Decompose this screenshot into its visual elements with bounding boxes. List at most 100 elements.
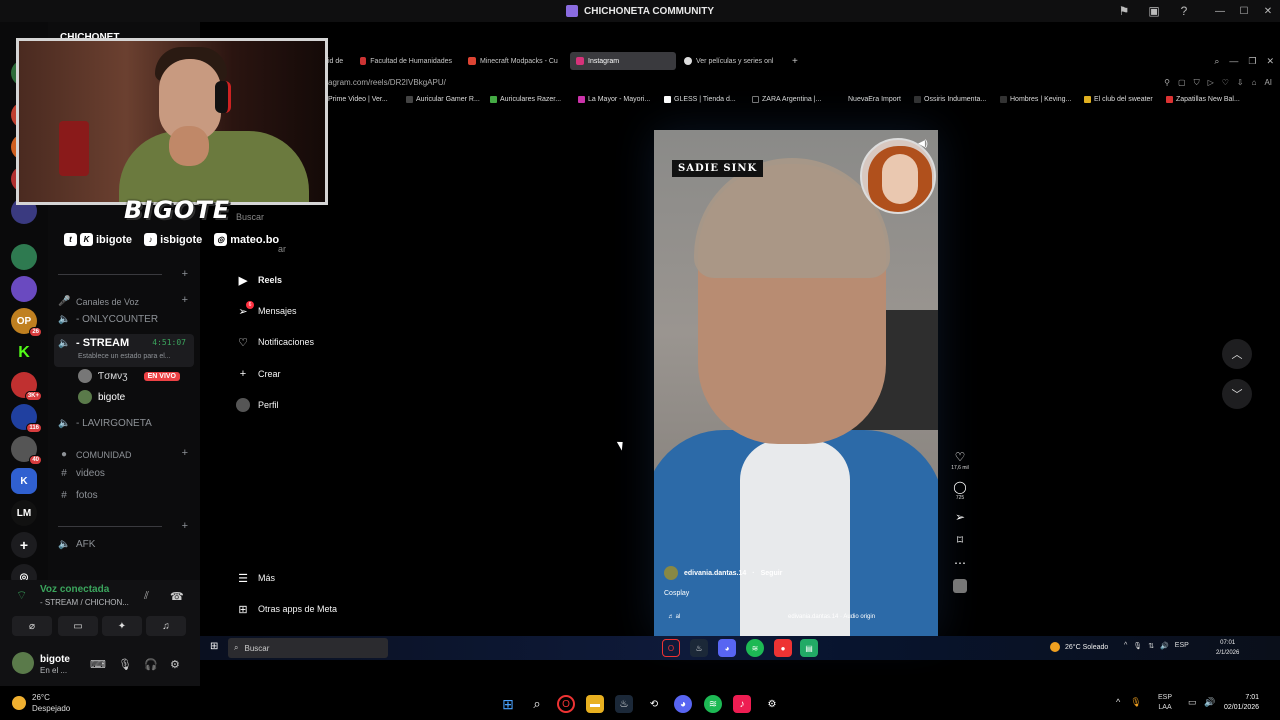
activities-button[interactable]: ✦ <box>102 616 142 636</box>
close-icon[interactable]: ✕ <box>1256 0 1280 22</box>
volume-icon[interactable]: 🔊 <box>1204 697 1215 708</box>
lock-icon[interactable]: ⌂ <box>1252 78 1257 88</box>
reel-video[interactable]: SADIE SINK ◀) edivania.dantas.14 · Segui… <box>654 130 938 636</box>
community-category[interactable]: ● COMUNIDAD <box>58 449 132 460</box>
server-icon-lm[interactable]: LM <box>11 500 37 526</box>
search-icon[interactable]: ⌕ <box>528 695 546 713</box>
soundboard-button[interactable]: ♫ <box>146 616 186 636</box>
clock[interactable]: 7:01 02/01/2026 <box>1224 693 1259 713</box>
mic-icon[interactable]: 🎙 <box>118 658 132 671</box>
browser-tab[interactable]: Facultad de Humanidades <box>354 52 458 70</box>
new-tab-button[interactable]: + <box>786 52 802 70</box>
comment-button[interactable]: ◯ 725 <box>953 480 966 501</box>
windows-icon[interactable]: ⊞ <box>210 641 218 652</box>
search-icon[interactable]: ⌕ <box>1214 56 1219 67</box>
like-button[interactable]: ♡ 17,6 mil <box>951 450 969 471</box>
opera-icon[interactable]: O <box>557 695 575 713</box>
help-icon[interactable]: ? <box>1176 3 1192 19</box>
ig-nav-reels[interactable]: ▶ Reels <box>236 273 282 287</box>
ig-nav-meta[interactable]: ⊞ Otras apps de Meta <box>236 602 337 616</box>
bookmark[interactable]: Prime Video | Ver... <box>328 96 388 103</box>
play-icon[interactable]: ▷ <box>1208 78 1214 88</box>
minimize-icon[interactable]: — <box>1208 0 1232 22</box>
extension-icon[interactable]: ⚲ <box>1164 78 1170 88</box>
add-channel-icon[interactable]: + <box>182 447 188 459</box>
bookmark[interactable]: NuevaEra Import <box>848 96 901 103</box>
screenshot-icon[interactable]: ▢ <box>1178 78 1186 88</box>
next-reel-button[interactable]: ﹀ <box>1222 379 1252 409</box>
add-icon[interactable]: + <box>182 268 188 280</box>
disconnect-icon[interactable]: ☎ <box>170 590 184 603</box>
reel-audio[interactable]: edivania.dantas.14 · Audio origin <box>788 614 875 620</box>
browser-tab[interactable]: Minecraft Modpacks - Cu <box>462 52 568 70</box>
lang-indicator[interactable]: ESP <box>1175 642 1189 650</box>
bookmark[interactable]: Hombres | Keving... <box>1000 96 1071 103</box>
app-icon[interactable]: ● <box>774 639 792 657</box>
voice-channel-onlycounter[interactable]: 🔈 - ONLYCOUNTER <box>58 314 158 325</box>
voice-channel-afk[interactable]: 🔈 AFK <box>58 539 95 550</box>
mute-icon[interactable]: ◀) <box>918 138 928 149</box>
restore-icon[interactable]: ❐ <box>1248 56 1256 67</box>
member-item[interactable]: Ƭσмνʒ EN VIVO <box>78 369 181 383</box>
add-channel-icon[interactable]: + <box>182 294 188 306</box>
reel-author[interactable]: edivania.dantas.14 · Seguir <box>664 566 782 580</box>
tiktok-icon[interactable]: ♪ <box>733 695 751 713</box>
language-indicator[interactable]: ESP LAA <box>1158 693 1172 713</box>
app-icon[interactable]: ⟲ <box>645 695 663 713</box>
server-icon[interactable] <box>11 244 37 270</box>
bookmark[interactable]: ZARA Argentina |... <box>752 96 821 103</box>
ig-nav-profile[interactable]: Perfil <box>236 398 279 412</box>
text-channel-fotos[interactable]: # fotos <box>58 490 97 501</box>
add-server-icon[interactable]: + <box>11 532 37 558</box>
bookmark[interactable]: La Mayor - Mayori... <box>578 96 650 103</box>
spotify-icon[interactable]: ≋ <box>746 639 764 657</box>
server-icon[interactable]: 3K+ <box>11 372 42 401</box>
server-icon[interactable]: 116 <box>11 404 42 433</box>
minimize-icon[interactable]: — <box>1229 56 1238 67</box>
audio-thumbnail[interactable] <box>953 579 967 593</box>
server-icon[interactable]: K <box>11 468 37 494</box>
server-icon-op[interactable]: OP 26 <box>11 308 42 337</box>
add-icon[interactable]: + <box>182 520 188 532</box>
text-channel-videos[interactable]: # videos <box>58 468 105 479</box>
avatar[interactable] <box>12 652 34 674</box>
steam-icon[interactable]: ♨ <box>615 695 633 713</box>
close-icon[interactable]: ✕ <box>1266 56 1274 67</box>
address-bar[interactable]: agram.com/reels/DR2IVBkgAPU/ <box>328 78 446 87</box>
bookmark[interactable]: El club del sweater <box>1084 96 1153 103</box>
inbox-icon[interactable]: ▣ <box>1146 3 1162 19</box>
voice-channel-stream[interactable]: 🔈 - STREAM 4:51:07 Establece un estado p… <box>54 334 194 367</box>
start-icon[interactable]: ⊞ <box>499 695 517 713</box>
ig-nav-create[interactable]: + Crear <box>236 367 281 381</box>
ai-icon[interactable]: AI <box>1264 78 1272 88</box>
server-icon[interactable] <box>11 276 37 302</box>
chevron-up-icon[interactable]: ^ <box>1124 642 1127 650</box>
bookmark[interactable]: Auricular Gamer R... <box>406 96 480 103</box>
ig-nav-more[interactable]: ☰ Más <box>236 571 275 585</box>
bookmark[interactable]: Ossiris Indumenta... <box>914 96 986 103</box>
camera-off-button[interactable]: ⌀ <box>12 616 52 636</box>
more-options-button[interactable]: ⋯ <box>954 556 966 570</box>
bookmark[interactable]: GLESS | Tienda d... <box>664 96 736 103</box>
folder-icon[interactable]: ▬ <box>586 695 604 713</box>
volume-icon[interactable]: 🔊 <box>1160 642 1169 650</box>
voice-status[interactable]: Voz conectada <box>40 584 109 595</box>
ig-nav-explore[interactable]: ar <box>278 244 286 254</box>
browser-tab-active[interactable]: Instagram <box>570 52 676 70</box>
spotify-icon[interactable]: ≋ <box>704 695 722 713</box>
voice-channel-path[interactable]: - STREAM / CHICHON... <box>40 598 129 607</box>
chevron-up-icon[interactable]: ^ <box>1116 697 1120 708</box>
noise-suppression-icon[interactable]: ⫽ <box>144 590 149 603</box>
browser-tab[interactable]: Ver películas y series onl <box>678 52 784 70</box>
obs-icon[interactable]: ⚙ <box>763 695 781 713</box>
download-icon[interactable]: ⇩ <box>1237 78 1244 88</box>
heart-icon[interactable]: ♡ <box>1222 78 1229 88</box>
settings-icon[interactable]: ⚙ <box>170 658 180 671</box>
captured-search-box[interactable]: ⌕ Buscar <box>228 638 388 658</box>
steam-icon[interactable]: ♨ <box>690 639 708 657</box>
app-icon[interactable]: ▤ <box>800 639 818 657</box>
network-icon[interactable]: ⇅ <box>1148 642 1154 650</box>
server-icon[interactable]: 40 <box>11 436 42 465</box>
discord-icon[interactable]: ◕ <box>674 695 692 713</box>
maximize-icon[interactable]: ☐ <box>1232 0 1256 22</box>
